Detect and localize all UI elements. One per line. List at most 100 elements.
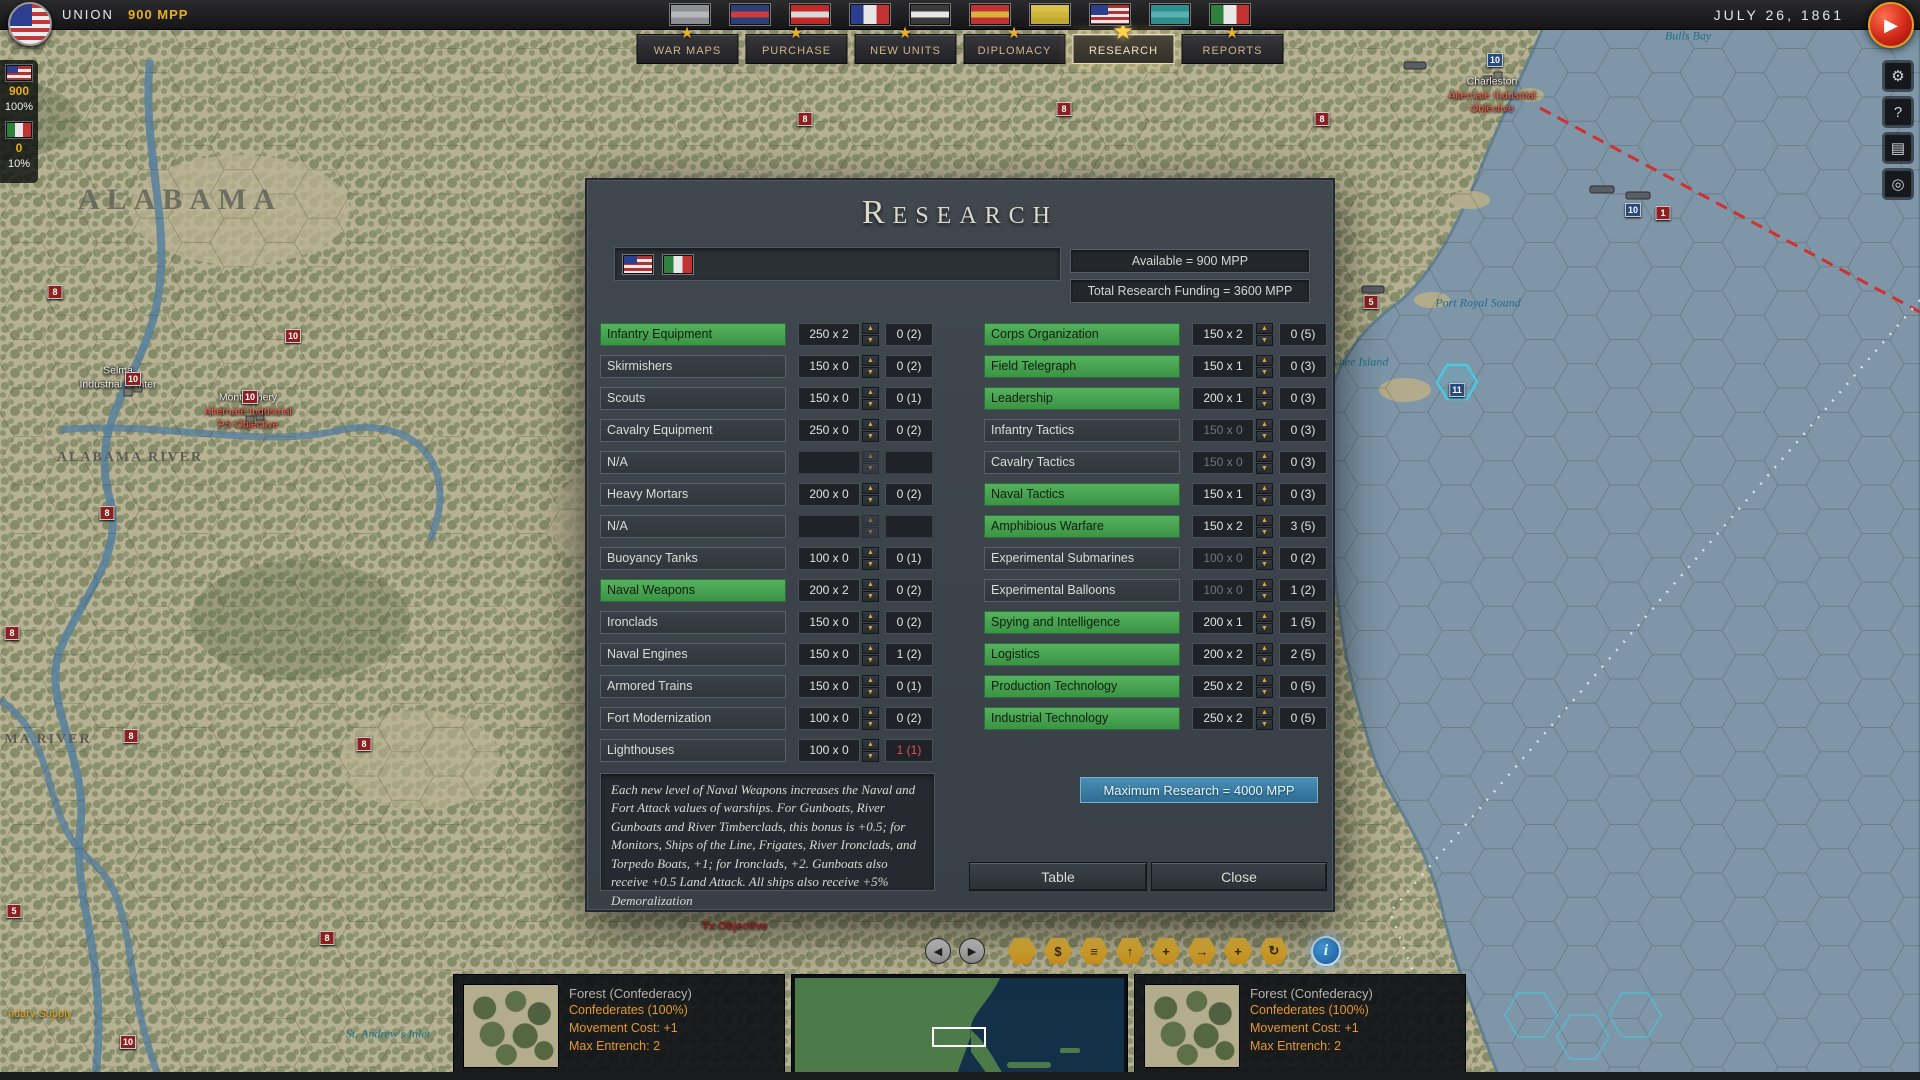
spinner-down-icon[interactable]: ▼ bbox=[862, 591, 879, 602]
gear-icon[interactable]: ⚙ bbox=[1884, 62, 1912, 90]
save-icon[interactable]: ▤ bbox=[1884, 134, 1912, 162]
close-button[interactable]: Close bbox=[1151, 862, 1327, 891]
spinner-down-icon[interactable]: ▼ bbox=[1256, 623, 1273, 634]
spinner-up-icon[interactable]: ▲ bbox=[862, 387, 879, 398]
spinner-down-icon[interactable]: ▼ bbox=[862, 335, 879, 346]
spinner-up-icon[interactable]: ▲ bbox=[862, 675, 879, 686]
spinner-down-icon[interactable]: ▼ bbox=[862, 687, 879, 698]
unit-strength-marker[interactable]: 5 bbox=[7, 904, 22, 918]
unit-strength-marker[interactable]: 11 bbox=[1449, 383, 1465, 397]
spinner-down-icon[interactable]: ▼ bbox=[1256, 719, 1273, 730]
research-item-experimental-submarines[interactable]: Experimental Submarines bbox=[984, 547, 1180, 570]
spinner-down-icon[interactable]: ▼ bbox=[862, 463, 879, 474]
research-item-armored-trains[interactable]: Armored Trains bbox=[600, 675, 786, 698]
research-item-fort-modernization[interactable]: Fort Modernization bbox=[600, 707, 786, 730]
key-icon[interactable]: $ bbox=[1043, 937, 1073, 965]
research-item-infantry-equipment[interactable]: Infantry Equipment bbox=[600, 323, 786, 346]
research-item-skirmishers[interactable]: Skirmishers bbox=[600, 355, 786, 378]
research-item-na[interactable]: N/A bbox=[600, 451, 786, 474]
spinner-up-icon[interactable]: ▲ bbox=[1256, 515, 1273, 526]
spinner-down-icon[interactable]: ▼ bbox=[862, 719, 879, 730]
supply-icon[interactable]: ↑ bbox=[1115, 937, 1145, 965]
menu-button-research[interactable]: ★Research bbox=[1073, 34, 1175, 64]
spinner-down-icon[interactable]: ▼ bbox=[862, 623, 879, 634]
menu-button-diplomacy[interactable]: ★Diplomacy bbox=[964, 34, 1066, 64]
unit-strength-marker[interactable]: 5 bbox=[1364, 295, 1379, 309]
spinner-down-icon[interactable]: ▼ bbox=[1256, 495, 1273, 506]
research-item-experimental-balloons[interactable]: Experimental Balloons bbox=[984, 579, 1180, 602]
loop-icon[interactable]: ↻ bbox=[1259, 937, 1289, 965]
spinner-up-icon[interactable]: ▲ bbox=[862, 611, 879, 622]
unit-strength-marker[interactable]: 8 bbox=[100, 506, 115, 520]
unit-strength-marker[interactable]: 8 bbox=[1315, 112, 1330, 126]
spinner-up-icon[interactable]: ▲ bbox=[862, 451, 879, 462]
research-item-production-technology[interactable]: Production Technology bbox=[984, 675, 1180, 698]
unit-strength-marker[interactable]: 8 bbox=[798, 112, 813, 126]
spinner-up-icon[interactable]: ▲ bbox=[1256, 483, 1273, 494]
spinner-down-icon[interactable]: ▼ bbox=[1256, 399, 1273, 410]
spinner-down-icon[interactable]: ▼ bbox=[1256, 591, 1273, 602]
menu-button-new-units[interactable]: ★New Units bbox=[855, 34, 957, 64]
spinner-down-icon[interactable]: ▼ bbox=[862, 655, 879, 666]
minimap[interactable] bbox=[791, 974, 1128, 1078]
spinner-up-icon[interactable]: ▲ bbox=[862, 643, 879, 654]
spinner-down-icon[interactable]: ▼ bbox=[1256, 559, 1273, 570]
unit-strength-marker[interactable]: 10 bbox=[125, 372, 141, 386]
unit-strength-marker[interactable]: 10 bbox=[1487, 53, 1503, 67]
spinner-up-icon[interactable]: ▲ bbox=[1256, 579, 1273, 590]
reinforce-icon[interactable]: + bbox=[1223, 937, 1253, 965]
end-turn-button[interactable]: ▶ bbox=[1868, 2, 1914, 48]
spinner-up-icon[interactable]: ▲ bbox=[862, 355, 879, 366]
spinner-up-icon[interactable]: ▲ bbox=[862, 483, 879, 494]
spinner-down-icon[interactable]: ▼ bbox=[862, 527, 879, 538]
spinner-down-icon[interactable]: ▼ bbox=[862, 559, 879, 570]
unit-strength-marker[interactable]: 8 bbox=[48, 285, 63, 299]
research-item-industrial-technology[interactable]: Industrial Technology bbox=[984, 707, 1180, 730]
hexagon-icon[interactable] bbox=[1007, 937, 1037, 965]
unit-strength-marker[interactable]: 1 bbox=[1656, 206, 1671, 220]
research-item-naval-weapons[interactable]: Naval Weapons bbox=[600, 579, 786, 602]
spinner-down-icon[interactable]: ▼ bbox=[1256, 367, 1273, 378]
spinner-up-icon[interactable]: ▲ bbox=[862, 739, 879, 750]
spinner-up-icon[interactable]: ▲ bbox=[1256, 707, 1273, 718]
spinner-up-icon[interactable]: ▲ bbox=[1256, 547, 1273, 558]
research-item-corps-organization[interactable]: Corps Organization bbox=[984, 323, 1180, 346]
spinner-up-icon[interactable]: ▲ bbox=[862, 547, 879, 558]
help-icon[interactable]: ? bbox=[1884, 98, 1912, 126]
target-icon[interactable]: ◎ bbox=[1884, 170, 1912, 198]
spinner-down-icon[interactable]: ▼ bbox=[862, 399, 879, 410]
prev-unit-button[interactable]: ◀ bbox=[925, 938, 951, 964]
research-item-scouts[interactable]: Scouts bbox=[600, 387, 786, 410]
spinner-down-icon[interactable]: ▼ bbox=[1256, 527, 1273, 538]
menu-button-war-maps[interactable]: ★War Maps bbox=[637, 34, 739, 64]
research-item-cavalry-equipment[interactable]: Cavalry Equipment bbox=[600, 419, 786, 442]
research-item-cavalry-tactics[interactable]: Cavalry Tactics bbox=[984, 451, 1180, 474]
research-item-logistics[interactable]: Logistics bbox=[984, 643, 1180, 666]
unit-strength-marker[interactable]: 10 bbox=[242, 390, 258, 404]
research-item-naval-engines[interactable]: Naval Engines bbox=[600, 643, 786, 666]
spinner-up-icon[interactable]: ▲ bbox=[1256, 451, 1273, 462]
spinner-up-icon[interactable]: ▲ bbox=[1256, 323, 1273, 334]
research-item-lighthouses[interactable]: Lighthouses bbox=[600, 739, 786, 762]
research-item-na[interactable]: N/A bbox=[600, 515, 786, 538]
research-item-amphibious-warfare[interactable]: Amphibious Warfare bbox=[984, 515, 1180, 538]
spinner-up-icon[interactable]: ▲ bbox=[1256, 419, 1273, 430]
research-item-naval-tactics[interactable]: Naval Tactics bbox=[984, 483, 1180, 506]
unit-strength-marker[interactable]: 8 bbox=[320, 931, 335, 945]
spinner-down-icon[interactable]: ▼ bbox=[1256, 335, 1273, 346]
spinner-up-icon[interactable]: ▲ bbox=[862, 419, 879, 430]
research-item-heavy-mortars[interactable]: Heavy Mortars bbox=[600, 483, 786, 506]
spinner-up-icon[interactable]: ▲ bbox=[1256, 355, 1273, 366]
spinner-up-icon[interactable]: ▲ bbox=[1256, 387, 1273, 398]
table-button[interactable]: Table bbox=[969, 862, 1147, 891]
menu-button-reports[interactable]: ★Reports bbox=[1182, 34, 1284, 64]
spinner-down-icon[interactable]: ▼ bbox=[1256, 655, 1273, 666]
spinner-up-icon[interactable]: ▲ bbox=[1256, 675, 1273, 686]
spinner-up-icon[interactable]: ▲ bbox=[862, 515, 879, 526]
spinner-up-icon[interactable]: ▲ bbox=[862, 707, 879, 718]
ledger-icon[interactable]: ≡ bbox=[1079, 937, 1109, 965]
spinner-up-icon[interactable]: ▲ bbox=[1256, 643, 1273, 654]
research-item-leadership[interactable]: Leadership bbox=[984, 387, 1180, 410]
spinner-up-icon[interactable]: ▲ bbox=[862, 323, 879, 334]
upgrade-icon[interactable]: → bbox=[1187, 937, 1217, 965]
